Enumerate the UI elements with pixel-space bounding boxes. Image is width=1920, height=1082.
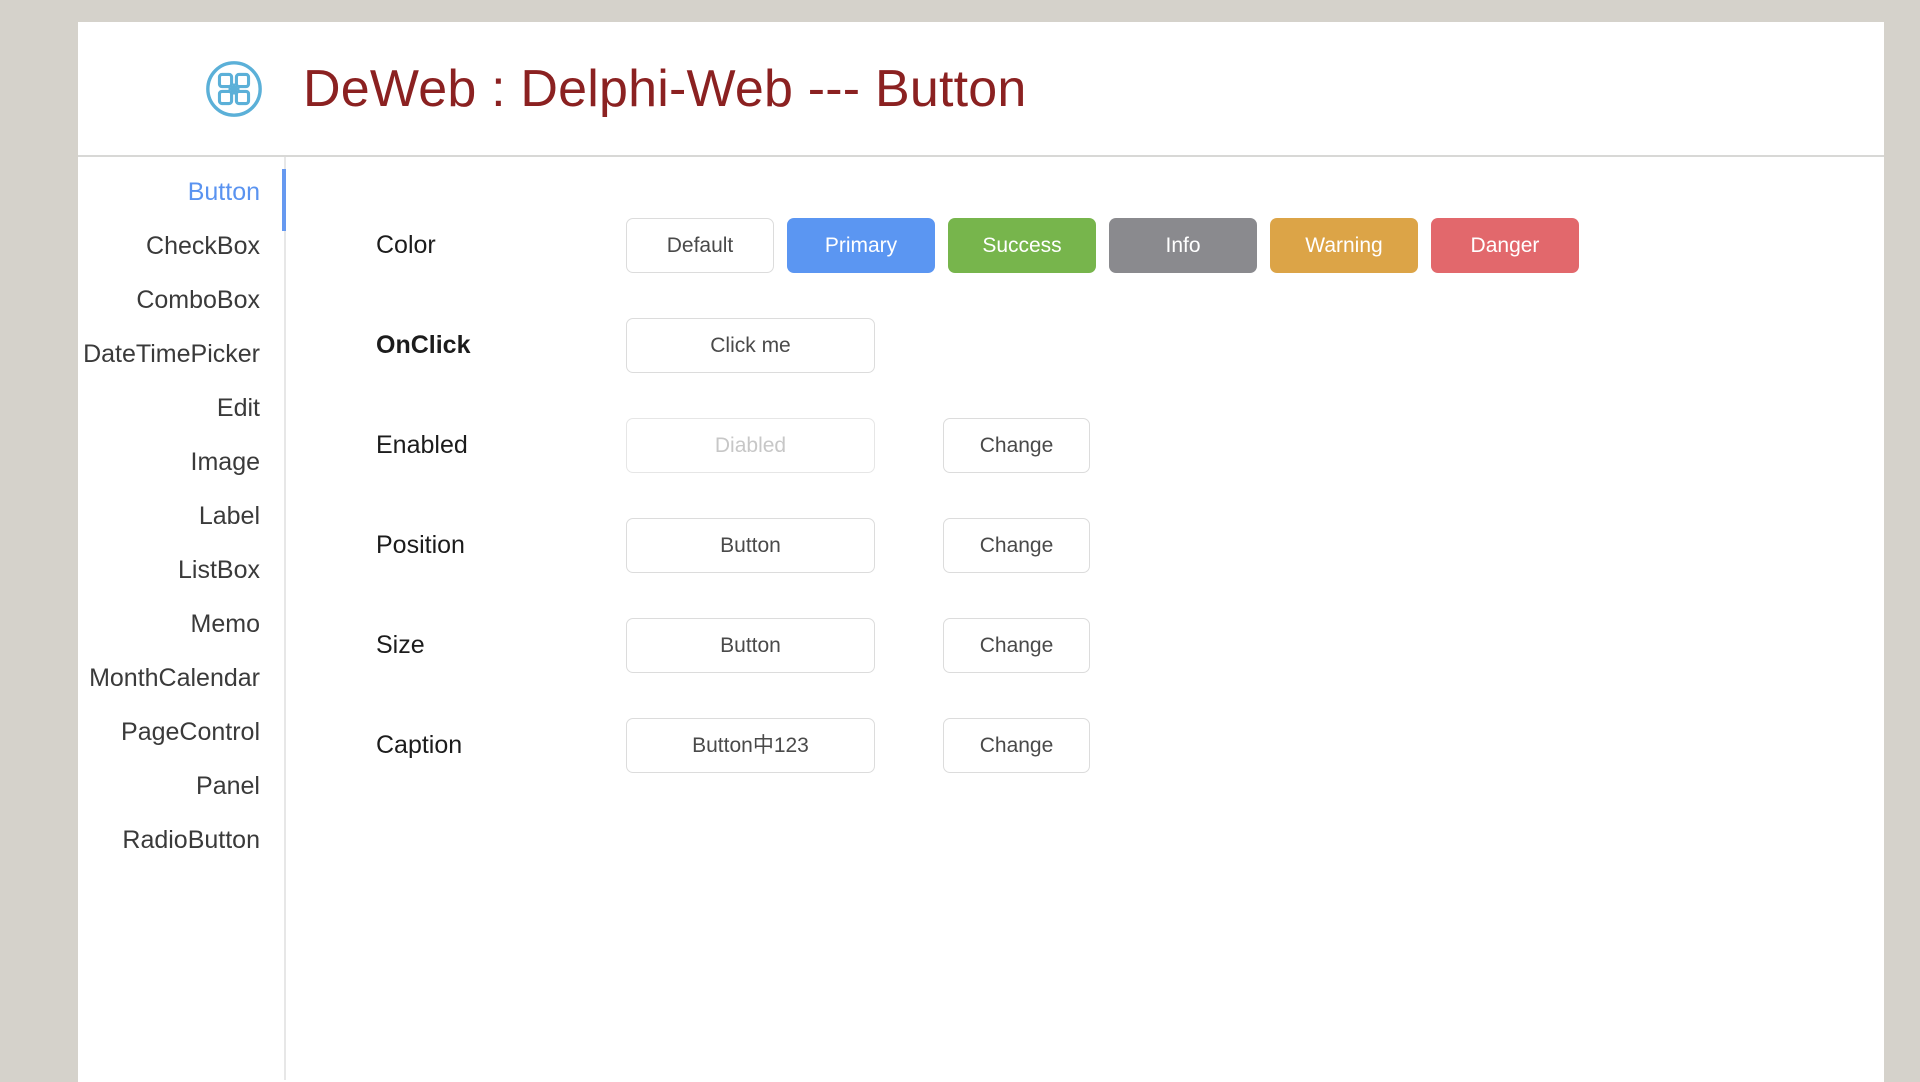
sidebar-item-checkbox[interactable]: CheckBox (78, 219, 286, 273)
sidebar-active-indicator (282, 169, 286, 231)
row-controls: Button中123 Change (626, 717, 1090, 773)
color-button-success[interactable]: Success (948, 217, 1096, 273)
sidebar-item-label[interactable]: Label (78, 489, 286, 543)
sidebar-item-monthcalendar[interactable]: MonthCalendar (78, 651, 286, 705)
position-change-button[interactable]: Change (943, 517, 1090, 573)
sidebar-item-button[interactable]: Button (78, 165, 286, 219)
sidebar-item-image[interactable]: Image (78, 435, 286, 489)
sidebar-item-pagecontrol[interactable]: PageControl (78, 705, 286, 759)
color-button-default[interactable]: Default (626, 217, 774, 273)
sidebar-item-radiobutton[interactable]: RadioButton (78, 813, 286, 867)
color-button-info[interactable]: Info (1109, 217, 1257, 273)
sidebar-item-combobox[interactable]: ComboBox (78, 273, 286, 327)
demo-form: Color Default Primary Success Info Warning Dan… (286, 157, 1884, 1080)
app-grid-circle-icon (206, 60, 262, 117)
content-area: Button CheckBox ComboBox DateTimePicker Edit… (78, 157, 1884, 1080)
caption-change-button[interactable]: Change (943, 717, 1090, 773)
page-title: DeWeb : Delphi-Web --- Button (303, 59, 1027, 118)
form-row: OnClick Click me (376, 295, 1884, 395)
row-controls: Click me (626, 317, 875, 373)
row-label-position: Position (376, 530, 465, 559)
row-controls: Button Change (626, 517, 1090, 573)
sidebar-item-panel[interactable]: Panel (78, 759, 286, 813)
size-value-button[interactable]: Button (626, 617, 875, 673)
color-button-danger[interactable]: Danger (1431, 217, 1579, 273)
row-label-color: Color (376, 230, 436, 259)
form-row: Position Button Change (376, 495, 1884, 595)
form-row: Color Default Primary Success Info Warning Dan… (376, 195, 1884, 295)
form-row: Enabled Diabled Change (376, 395, 1884, 495)
row-label-size: Size (376, 630, 425, 659)
enabled-change-button[interactable]: Change (943, 417, 1090, 473)
caption-value-button[interactable]: Button中123 (626, 717, 875, 773)
sidebar-item-datetimepicker[interactable]: DateTimePicker (78, 327, 286, 381)
row-label-enabled: Enabled (376, 430, 468, 459)
color-button-warning[interactable]: Warning (1270, 217, 1418, 273)
sidebar-nav: Button CheckBox ComboBox DateTimePicker Edit… (78, 157, 286, 1080)
sidebar-item-edit[interactable]: Edit (78, 381, 286, 435)
color-button-primary[interactable]: Primary (787, 217, 935, 273)
row-controls: Default Primary Success Info Warning Danger (626, 217, 1579, 273)
form-row: Size Button Change (376, 595, 1884, 695)
row-controls: Diabled Change (626, 417, 1090, 473)
enabled-value-button: Diabled (626, 417, 875, 473)
row-controls: Button Change (626, 617, 1090, 673)
onclick-value-button[interactable]: Click me (626, 317, 875, 373)
form-row: Caption Button中123 Change (376, 695, 1884, 795)
row-label-caption: Caption (376, 730, 463, 759)
application-window: DeWeb : Delphi-Web --- Button Button Chec… (78, 22, 1884, 1082)
sidebar-item-listbox[interactable]: ListBox (78, 543, 286, 597)
sidebar-item-memo[interactable]: Memo (78, 597, 286, 651)
size-change-button[interactable]: Change (943, 617, 1090, 673)
position-value-button[interactable]: Button (626, 517, 875, 573)
row-label-onclick: OnClick (376, 330, 471, 359)
sidebar-divider (284, 157, 286, 1080)
app-header: DeWeb : Delphi-Web --- Button (78, 22, 1884, 157)
